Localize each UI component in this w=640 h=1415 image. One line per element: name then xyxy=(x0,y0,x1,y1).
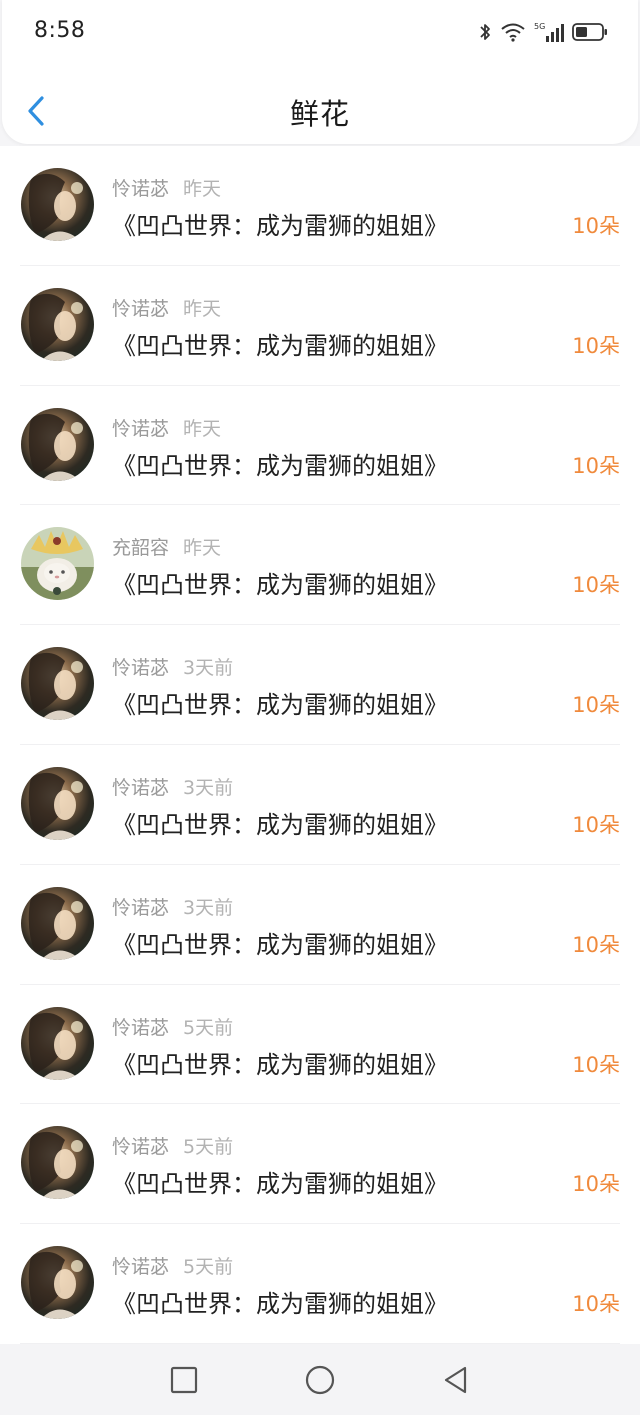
book-title[interactable]: 《凹凸世界：成为雷狮的姐姐》 xyxy=(112,1164,448,1199)
bluetooth-icon xyxy=(478,21,492,43)
record-meta: 怜诺苾 5天前 xyxy=(112,1013,233,1040)
record-meta: 怜诺苾 3天前 xyxy=(112,893,233,920)
avatar[interactable] xyxy=(21,1246,94,1320)
username[interactable]: 怜诺苾 xyxy=(112,178,169,200)
book-title[interactable]: 《凹凸世界：成为雷狮的姐姐》 xyxy=(112,925,448,960)
record-meta: 怜诺苾 5天前 xyxy=(112,1132,233,1159)
timestamp: 昨天 xyxy=(183,297,222,320)
timestamp: 昨天 xyxy=(183,417,222,440)
list-item[interactable]: 怜诺苾 昨天《凹凸世界：成为雷狮的姐姐》 10朵 xyxy=(0,386,640,506)
5g-signal-icon: 5G xyxy=(534,21,564,43)
timestamp: 3天前 xyxy=(183,657,234,680)
list-item[interactable]: 怜诺苾 3天前《凹凸世界：成为雷狮的姐姐》 10朵 xyxy=(0,745,640,865)
wifi-icon xyxy=(500,22,526,42)
flower-amount: 10朵 xyxy=(572,573,620,598)
svg-text:5G: 5G xyxy=(534,22,545,31)
avatar[interactable] xyxy=(21,407,94,481)
screen: 8:58 5G 鲜花 怜诺苾 昨天 《凹凸世界：成为雷狮的姐姐》 10朵 怜诺苾… xyxy=(0,0,640,1415)
avatar[interactable] xyxy=(21,766,94,840)
triangle-back-icon xyxy=(444,1366,467,1394)
timestamp: 5天前 xyxy=(183,1136,234,1159)
record-meta: 怜诺苾 5天前 xyxy=(112,1252,233,1279)
book-title[interactable]: 《凹凸世界：成为雷狮的姐姐》 xyxy=(112,685,448,720)
status-bar: 8:58 5G xyxy=(2,0,638,64)
top-header-card: 8:58 5G 鲜花 xyxy=(2,0,638,144)
flower-amount: 10朵 xyxy=(572,932,620,957)
home-button[interactable] xyxy=(304,1364,336,1396)
flower-amount: 10朵 xyxy=(572,453,620,478)
username[interactable]: 充韶容 xyxy=(112,537,169,559)
username[interactable]: 怜诺苾 xyxy=(112,1017,169,1039)
square-icon xyxy=(170,1366,198,1394)
record-meta: 怜诺苾 3天前 xyxy=(112,653,233,680)
avatar[interactable] xyxy=(21,886,94,960)
book-title[interactable]: 《凹凸世界：成为雷狮的姐姐》 xyxy=(112,805,448,840)
status-icons: 5G xyxy=(478,18,608,46)
username[interactable]: 怜诺苾 xyxy=(112,897,169,919)
list-item[interactable]: 怜诺苾 5天前《凹凸世界：成为雷狮的姐姐》 10朵 xyxy=(0,1104,640,1224)
username[interactable]: 怜诺苾 xyxy=(112,657,169,679)
avatar[interactable] xyxy=(21,1126,94,1200)
timestamp: 5天前 xyxy=(183,1016,234,1039)
avatar[interactable] xyxy=(21,287,94,361)
page-title: 鲜花 xyxy=(289,97,350,131)
avatar[interactable] xyxy=(21,1006,94,1080)
list-item[interactable]: 怜诺苾 3天前《凹凸世界：成为雷狮的姐姐》 10朵 xyxy=(0,625,640,745)
record-meta: 怜诺苾 昨天 xyxy=(112,294,221,321)
flower-amount: 10朵 xyxy=(572,1292,620,1317)
avatar[interactable] xyxy=(21,168,94,241)
flower-amount: 10朵 xyxy=(572,1172,620,1197)
timestamp: 5天前 xyxy=(183,1256,234,1279)
system-back-button[interactable] xyxy=(440,1364,472,1396)
system-navigation-bar xyxy=(0,1344,640,1415)
record-meta: 怜诺苾 昨天 xyxy=(112,174,221,201)
username[interactable]: 怜诺苾 xyxy=(112,1136,169,1158)
flower-amount: 10朵 xyxy=(572,1052,620,1077)
battery-icon xyxy=(572,22,608,42)
list-item[interactable]: 怜诺苾 5天前《凹凸世界：成为雷狮的姐姐》 10朵 xyxy=(0,985,640,1105)
record-meta: 充韶容 昨天 xyxy=(112,533,221,560)
book-title[interactable]: 《凹凸世界：成为雷狮的姐姐》 xyxy=(112,565,448,600)
flower-records-list: 怜诺苾 昨天 《凹凸世界：成为雷狮的姐姐》 10朵 怜诺苾 昨天 《凹凸世界：成为雷狮的姐… xyxy=(0,146,640,1344)
recent-apps-button[interactable] xyxy=(168,1364,200,1396)
book-title[interactable]: 《凹凸世界：成为雷狮的姐姐》 xyxy=(112,1045,448,1080)
list-item[interactable]: 充韶容 昨天《凹凸世界：成为雷狮的姐姐》 10朵 xyxy=(0,505,640,625)
flower-amount: 10朵 xyxy=(572,812,620,837)
username[interactable]: 怜诺苾 xyxy=(112,1256,169,1278)
list-item[interactable]: 怜诺苾 昨天《凹凸世界：成为雷狮的姐姐》 10朵 xyxy=(0,146,640,266)
username[interactable]: 怜诺苾 xyxy=(112,777,169,799)
flower-amount: 10朵 xyxy=(572,333,620,358)
username[interactable]: 怜诺苾 xyxy=(112,298,169,320)
timestamp: 昨天 xyxy=(183,537,222,560)
book-title[interactable]: 《凹凸世界：成为雷狮的姐姐》 xyxy=(112,446,448,481)
book-title[interactable]: 《凹凸世界：成为雷狮的姐姐》 xyxy=(112,1284,448,1319)
record-meta: 怜诺苾 昨天 xyxy=(112,414,221,441)
list-item[interactable]: 怜诺苾 3天前《凹凸世界：成为雷狮的姐姐》 10朵 xyxy=(0,865,640,985)
navigation-bar: 鲜花 xyxy=(2,74,638,144)
username[interactable]: 怜诺苾 xyxy=(112,418,169,440)
list-item[interactable]: 怜诺苾 昨天《凹凸世界：成为雷狮的姐姐》 10朵 xyxy=(0,266,640,386)
record-meta: 怜诺苾 3天前 xyxy=(112,773,233,800)
status-time: 8:58 xyxy=(34,18,86,43)
list-item[interactable]: 怜诺苾 5天前《凹凸世界：成为雷狮的姐姐》 10朵 xyxy=(0,1224,640,1344)
book-title[interactable]: 《凹凸世界：成为雷狮的姐姐》 xyxy=(112,326,448,361)
avatar[interactable] xyxy=(21,647,94,721)
flower-amount: 10朵 xyxy=(572,693,620,718)
flower-amount: 10朵 xyxy=(572,214,620,238)
circle-icon xyxy=(305,1365,335,1395)
timestamp: 3天前 xyxy=(183,896,234,919)
timestamp: 昨天 xyxy=(183,178,222,200)
timestamp: 3天前 xyxy=(183,776,234,799)
avatar[interactable] xyxy=(21,527,94,601)
book-title[interactable]: 《凹凸世界：成为雷狮的姐姐》 xyxy=(112,206,448,241)
